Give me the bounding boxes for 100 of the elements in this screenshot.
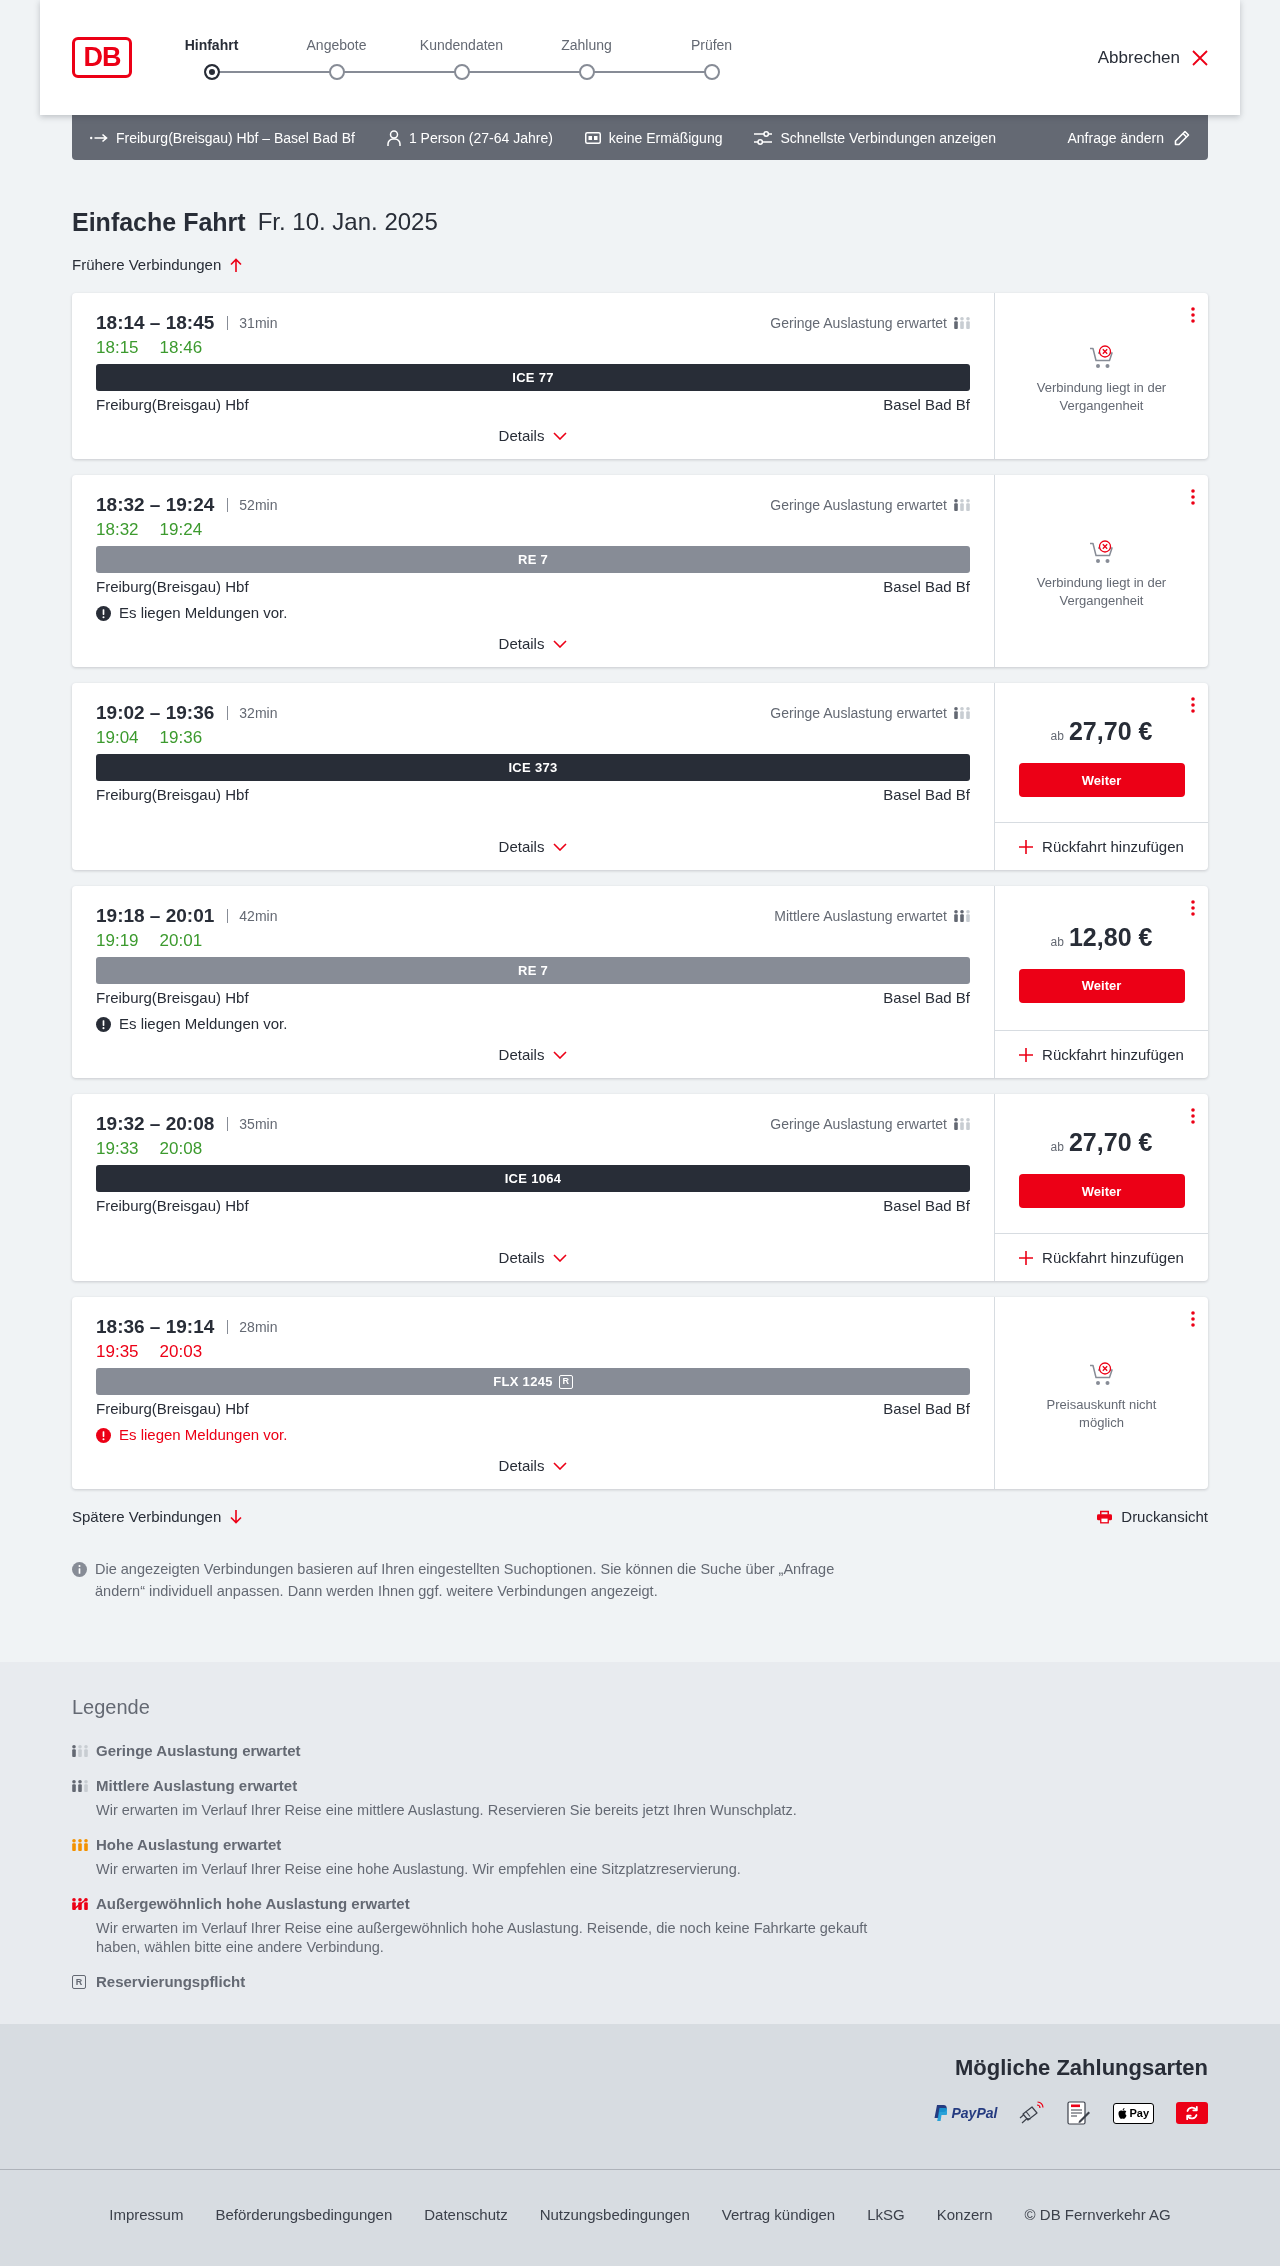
logo[interactable]: DB <box>72 37 132 78</box>
close-icon <box>1192 49 1208 66</box>
footer-link[interactable]: Nutzungsbedingungen <box>539 2205 690 2225</box>
realtime-departure: 18:15 <box>96 338 139 358</box>
footer-link[interactable]: LkSG <box>867 2205 905 2225</box>
alert-icon <box>96 1427 111 1443</box>
price-prefix: ab <box>1050 728 1064 745</box>
details-button[interactable]: Details <box>498 415 568 447</box>
realtime-arrival: 20:01 <box>159 931 203 951</box>
earlier-connections-link[interactable]: Frühere Verbindungen <box>72 255 243 275</box>
details-button[interactable]: Details <box>498 1034 568 1066</box>
people-icon <box>72 1839 88 1851</box>
footer-link[interactable]: Datenschutz <box>424 2205 508 2225</box>
add-return-trip-button[interactable]: Rückfahrt hinzufügen <box>995 1233 1208 1281</box>
more-icon[interactable] <box>1191 489 1195 505</box>
route-text: Freiburg(Breisgau) Hbf – Basel Bad Bf <box>116 129 355 146</box>
step-label: Angebote <box>306 35 367 54</box>
cancel-button[interactable]: Abbrechen <box>1097 43 1208 72</box>
more-icon[interactable] <box>1191 307 1195 323</box>
chevron-down-icon <box>553 1051 568 1059</box>
departure-station: Freiburg(Breisgau) Hbf <box>96 1399 249 1419</box>
offer-notice: Verbindung liegt in der Vergangenheit <box>1035 379 1168 415</box>
more-icon[interactable] <box>1191 697 1195 713</box>
realtime-arrival: 19:24 <box>159 520 203 540</box>
sliders-icon <box>754 130 773 145</box>
footer-link[interactable]: Beförderungsbedingungen <box>215 2205 393 2225</box>
footer-link[interactable]: Impressum <box>109 2205 184 2225</box>
edit-request-button[interactable]: Anfrage ändern <box>1067 129 1190 146</box>
arrival-station: Basel Bad Bf <box>883 785 970 805</box>
info-icon <box>72 1562 87 1577</box>
legend-item-description: Wir erwarten im Verlauf Ihrer Reise eine hohe Auslastung. Wir empfehlen eine Sitzplatzreservierung. <box>96 1860 742 1879</box>
details-button[interactable]: Details <box>498 1445 568 1477</box>
arrow-up-icon <box>230 258 243 272</box>
chevron-down-icon <box>553 1462 568 1470</box>
alert-icon <box>96 605 111 621</box>
card-hand-icon <box>1019 2101 1046 2125</box>
train-name: ICE 77 <box>512 370 554 385</box>
departure-station: Freiburg(Breisgau) Hbf <box>96 395 249 415</box>
departure-station: Freiburg(Breisgau) Hbf <box>96 785 249 805</box>
printer-icon <box>1097 1510 1113 1524</box>
search-option-text: Schnellste Verbindungen anzeigen <box>780 129 997 146</box>
step-label: Kundendaten <box>419 35 504 54</box>
footer-link[interactable]: Konzern <box>936 2205 993 2225</box>
realtime-arrival: 18:46 <box>159 338 203 358</box>
chevron-down-icon <box>553 843 568 851</box>
train-name: FLX 1245 <box>493 1374 553 1389</box>
add-return-trip-button[interactable]: Rückfahrt hinzufügen <box>995 1030 1208 1078</box>
more-icon[interactable] <box>1191 1311 1195 1327</box>
step-label: Zahlung <box>561 35 612 54</box>
realtime-arrival: 20:08 <box>159 1139 203 1159</box>
time-range: 19:18 – 20:01 <box>96 905 215 927</box>
realtime-departure: 19:35 <box>96 1342 139 1362</box>
price: 27,70 € <box>1068 716 1153 746</box>
plus-icon <box>1019 839 1034 854</box>
message-text: Es liegen Meldungen vor. <box>119 603 288 623</box>
arrival-station: Basel Bad Bf <box>883 577 970 597</box>
reservation-badge: R <box>72 1975 86 1989</box>
more-icon[interactable] <box>1191 1108 1195 1124</box>
people-icon <box>954 317 970 329</box>
add-return-trip-button[interactable]: Rückfahrt hinzufügen <box>995 822 1208 870</box>
reservation-badge: R <box>558 1374 573 1389</box>
continue-button[interactable]: Weiter <box>1018 1174 1185 1208</box>
duration: 28min <box>239 1319 278 1335</box>
train-name: RE 7 <box>517 552 549 567</box>
alert-icon <box>96 1016 111 1032</box>
continue-button[interactable]: Weiter <box>1018 968 1185 1003</box>
paypal-mark-icon <box>934 2105 948 2121</box>
continue-button[interactable]: Weiter <box>1018 763 1185 797</box>
footer-link[interactable]: Vertrag kündigen <box>721 2205 836 2225</box>
document-pen-icon <box>1067 2101 1092 2125</box>
people-icon <box>954 1118 970 1130</box>
duration: 52min <box>239 497 278 513</box>
arrival-station: Basel Bad Bf <box>883 1399 970 1419</box>
message-text: Es liegen Meldungen vor. <box>119 1425 288 1445</box>
train-name: ICE 1064 <box>504 1171 562 1186</box>
legend-item-description: Wir erwarten im Verlauf Ihrer Reise eine außergewöhnlich hohe Auslastung. Reisende, die noch keine Fahrkarte gekauft haben, wählen bitte eine andere Verbindung. <box>96 1919 869 1957</box>
departure-station: Freiburg(Breisgau) Hbf <box>96 988 249 1008</box>
occupancy-label: Geringe Auslastung erwartet <box>770 315 947 331</box>
legend-item-title: Hohe Auslastung erwartet <box>96 1835 283 1855</box>
trip-date: Fr. 10. Jan. 2025 <box>257 207 438 237</box>
details-button[interactable]: Details <box>498 623 568 655</box>
plus-icon <box>1019 1047 1034 1062</box>
details-button[interactable]: Details <box>498 826 568 858</box>
legend-item-title: Reservierungspflicht <box>96 1972 247 1992</box>
print-view-link[interactable]: Druckansicht <box>1097 1507 1208 1527</box>
circular-arrow-tile-icon <box>1176 2102 1208 2124</box>
apple-icon <box>1118 2107 1128 2119</box>
card-icon <box>584 131 601 144</box>
details-button[interactable]: Details <box>498 1237 568 1269</box>
chevron-down-icon <box>553 432 568 440</box>
time-range: 18:14 – 18:45 <box>96 312 215 334</box>
payment-title: Mögliche Zahlungsarten <box>953 2054 1208 2082</box>
people-icon <box>954 707 970 719</box>
later-connections-link[interactable]: Spätere Verbindungen <box>72 1507 243 1527</box>
occupancy-label: Geringe Auslastung erwartet <box>770 705 947 721</box>
message-text: Es liegen Meldungen vor. <box>119 1014 288 1034</box>
more-icon[interactable] <box>1191 900 1195 916</box>
step-label: Hinfahrt <box>184 35 239 54</box>
occupancy-label: Geringe Auslastung erwartet <box>770 497 947 513</box>
passenger-text: 1 Person (27-64 Jahre) <box>408 129 553 146</box>
